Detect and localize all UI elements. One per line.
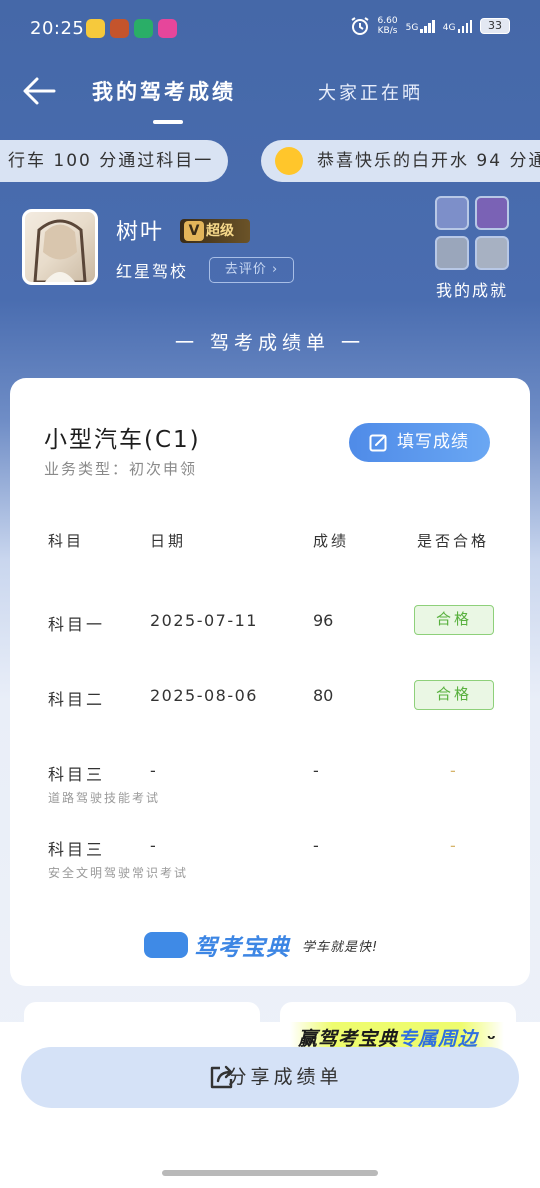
- achievement-badge-icon: [435, 236, 469, 270]
- row-date: 2025-07-11: [150, 611, 258, 630]
- row-date: -: [150, 761, 158, 780]
- header-score: 成绩: [313, 532, 350, 550]
- achievement-badge-icon: [475, 236, 509, 270]
- status-bar: 20:25 6.60 KB/s 5G 4G 33: [0, 0, 540, 60]
- row-subject: 科目一: [48, 615, 106, 634]
- row-subject: 科目三: [48, 840, 106, 859]
- table-row[interactable]: 科目三 - - - 道路驾驶技能考试: [10, 761, 530, 821]
- username: 树叶: [116, 220, 165, 245]
- active-tab-indicator: [153, 120, 183, 124]
- row-note: 道路驾驶技能考试: [48, 791, 161, 805]
- top-nav: 我的驾考成绩 大家正在晒: [0, 66, 540, 126]
- chevron-right-icon: ›: [266, 262, 279, 277]
- app-notification-icon: [158, 19, 177, 38]
- score-card: 小型汽车(C1) 业务类型：初次申领 填写成绩 科目 日期 成绩 是否合格 科目…: [10, 378, 530, 986]
- wechat-icon: [134, 19, 153, 38]
- header-date: 日期: [150, 532, 187, 550]
- row-result: -: [450, 761, 456, 780]
- row-result: -: [450, 836, 456, 855]
- row-score: 80: [313, 686, 334, 705]
- row-date: 2025-08-06: [150, 686, 258, 705]
- business-type: 业务类型：初次申领: [44, 460, 198, 478]
- table-header: 科目 日期 成绩 是否合格: [10, 530, 530, 554]
- notification-app-icons: [86, 19, 177, 38]
- achievement-badges[interactable]: [435, 196, 511, 272]
- status-time: 20:25: [30, 18, 85, 39]
- row-score: -: [313, 761, 319, 780]
- section-title: 一 驾考成绩单 一: [174, 332, 366, 354]
- table-row[interactable]: 科目三 - - - 安全文明驾驶常识考试: [10, 836, 530, 896]
- share-scorecard-button[interactable]: 分享成绩单: [21, 1047, 519, 1108]
- star-eyes-emoji-icon: [275, 147, 303, 175]
- signal-4g-icon: 4G: [443, 19, 472, 33]
- row-subject: 科目三: [48, 765, 106, 784]
- app-notification-icon: [86, 19, 105, 38]
- tab-my-scores[interactable]: 我的驾考成绩: [92, 76, 236, 106]
- share-icon: [210, 1065, 233, 1089]
- brand-slogan: 学车就是快!: [302, 940, 379, 955]
- row-note: 安全文明驾驶常识考试: [48, 866, 189, 880]
- fill-score-button[interactable]: 填写成绩: [349, 423, 490, 462]
- row-score: -: [313, 836, 319, 855]
- pass-badge: 合格: [414, 680, 494, 710]
- vip-v-icon: V: [184, 221, 204, 241]
- achievement-badge-icon: [475, 196, 509, 230]
- ticker-item[interactable]: 恭喜快乐的白开水 94 分通: [261, 140, 540, 182]
- avatar[interactable]: [22, 209, 98, 285]
- table-row[interactable]: 科目二 2025-08-06 80 合格: [10, 680, 530, 746]
- edit-icon: [369, 434, 387, 452]
- table-row[interactable]: 科目一 2025-07-11 96 合格: [10, 605, 530, 671]
- vip-badge[interactable]: V 超级: [180, 219, 250, 243]
- achievement-badge-icon: [435, 196, 469, 230]
- back-arrow-icon[interactable]: [22, 76, 56, 106]
- achievement-ticker: 行车 100 分通过科目一 恭喜快乐的白开水 94 分通: [0, 140, 540, 182]
- vehicle-type: 小型汽车(C1): [44, 427, 201, 453]
- battery-icon: 33: [480, 18, 510, 34]
- brand-logo: 驾考宝典 学车就是快!: [144, 928, 404, 962]
- car-logo-icon: [144, 932, 188, 958]
- header-pass: 是否合格: [417, 532, 490, 550]
- header-subject: 科目: [48, 532, 85, 550]
- pass-badge: 合格: [414, 605, 494, 635]
- tab-everyone-sharing[interactable]: 大家正在晒: [318, 79, 423, 105]
- row-subject: 科目二: [48, 690, 106, 709]
- row-score: 96: [313, 611, 334, 630]
- app-notification-icon: [110, 19, 129, 38]
- signal-5g-icon: 5G: [406, 19, 435, 33]
- my-achievements-link[interactable]: 我的成就: [436, 277, 508, 301]
- alarm-icon: [350, 17, 369, 35]
- ticker-item[interactable]: 行车 100 分通过科目一: [0, 140, 228, 182]
- review-button[interactable]: 去评价 ›: [209, 257, 294, 283]
- home-indicator[interactable]: [162, 1170, 378, 1176]
- network-speed: 6.60 KB/s: [377, 16, 398, 36]
- brand-name: 驾考宝典: [194, 935, 290, 961]
- driving-school-name: 红星驾校: [116, 262, 189, 281]
- row-date: -: [150, 836, 158, 855]
